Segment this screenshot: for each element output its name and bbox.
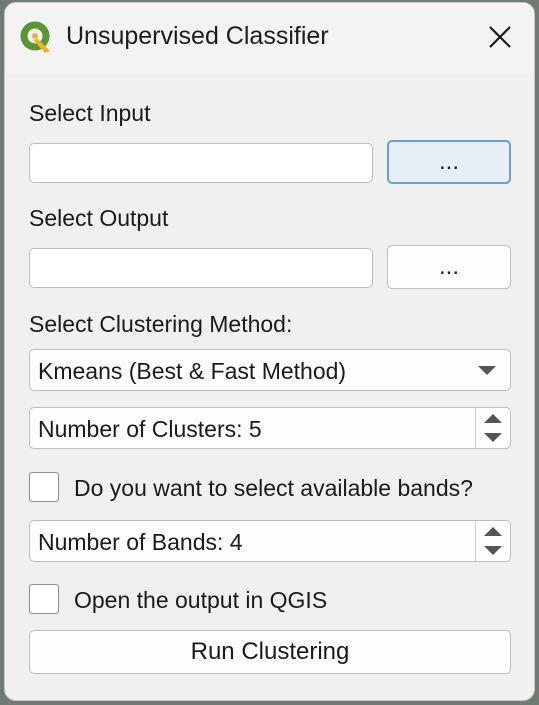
- clusters-decrement-button[interactable]: [476, 428, 510, 448]
- select-output-label: Select Output: [29, 205, 169, 231]
- select-bands-label: Do you want to select available bands?: [74, 475, 473, 501]
- bands-value: Number of Bands: 4: [38, 529, 243, 555]
- run-clustering-button[interactable]: Run Clustering: [29, 630, 511, 674]
- close-button[interactable]: [480, 17, 520, 57]
- clusters-value: Number of Clusters: 5: [38, 416, 262, 442]
- select-bands-checkbox[interactable]: [29, 472, 59, 502]
- clusters-spinbox[interactable]: Number of Clusters: 5: [29, 407, 511, 449]
- dialog-window: Unsupervised Classifier Select Input ...…: [4, 2, 535, 701]
- clusters-spin-arrows: [475, 408, 510, 448]
- arrow-down-icon: [484, 546, 502, 555]
- arrow-down-icon: [484, 433, 502, 442]
- bands-increment-button[interactable]: [476, 521, 510, 541]
- bands-spinbox[interactable]: Number of Bands: 4: [29, 520, 511, 562]
- qgis-logo-icon: [20, 21, 50, 53]
- chevron-down-icon: [478, 366, 496, 375]
- open-output-label: Open the output in QGIS: [74, 587, 328, 613]
- bands-decrement-button[interactable]: [476, 541, 510, 561]
- input-path-field[interactable]: [29, 143, 373, 183]
- arrow-up-icon: [484, 414, 502, 423]
- browse-input-button[interactable]: ...: [387, 140, 511, 184]
- close-icon: [489, 26, 511, 48]
- window-title: Unsupervised Classifier: [66, 22, 329, 50]
- clustering-method-dropdown[interactable]: Kmeans (Best & Fast Method): [29, 349, 511, 391]
- arrow-up-icon: [484, 527, 502, 536]
- select-input-label: Select Input: [29, 100, 151, 126]
- open-output-checkbox[interactable]: [29, 584, 59, 614]
- browse-output-button[interactable]: ...: [387, 245, 511, 289]
- title-bar: Unsupervised Classifier: [5, 3, 534, 73]
- clustering-method-label: Select Clustering Method:: [29, 311, 293, 337]
- output-path-field[interactable]: [29, 248, 373, 288]
- clusters-increment-button[interactable]: [476, 408, 510, 428]
- clustering-method-value: Kmeans (Best & Fast Method): [38, 358, 347, 384]
- bands-spin-arrows: [475, 521, 510, 561]
